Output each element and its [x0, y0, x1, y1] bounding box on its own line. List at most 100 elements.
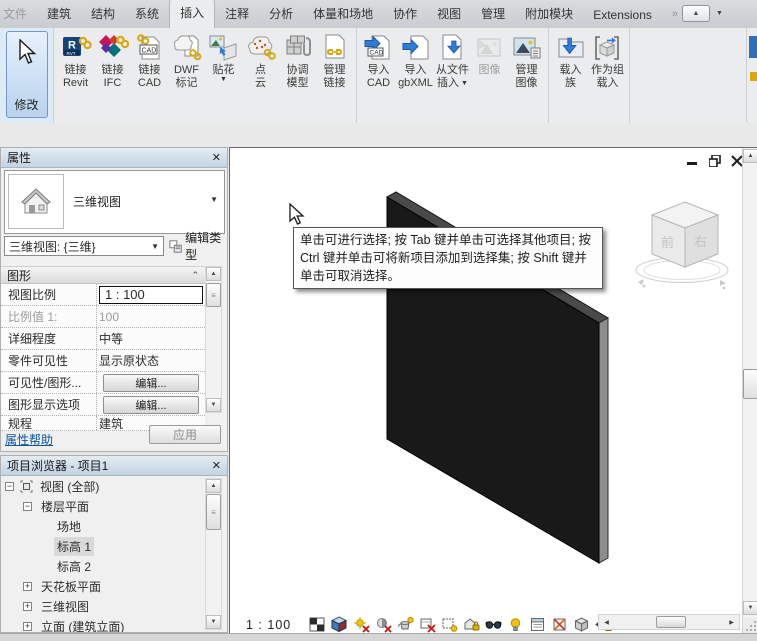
minimize-icon[interactable] — [686, 154, 699, 167]
tree-item-3d-views[interactable]: + 三维视图 — [1, 596, 205, 616]
decal-dropdown-icon[interactable]: ▼ — [220, 77, 227, 83]
view-scale-value[interactable]: 1 : 100 — [99, 286, 203, 304]
graphic-display-options-edit-button[interactable]: 编辑... — [103, 396, 199, 414]
tab-addins[interactable]: 附加模块 — [515, 0, 583, 28]
tree-item-ceiling-plans[interactable]: + 天花板平面 — [1, 576, 205, 596]
displacement-set-icon[interactable] — [573, 616, 590, 633]
temporary-view-properties-icon[interactable] — [529, 616, 546, 633]
tab-overflow-icon[interactable]: » — [672, 8, 676, 20]
edit-type-button[interactable]: 编辑类型 — [169, 236, 227, 256]
property-row-detail-level[interactable]: 详细程度 中等 — [1, 328, 205, 350]
hscroll-left-icon[interactable]: ◀ — [600, 616, 613, 628]
expander-icon[interactable]: − — [5, 482, 14, 491]
tab-manage[interactable]: 管理 — [471, 0, 515, 28]
properties-close-icon[interactable]: ✕ — [212, 151, 221, 164]
restore-icon[interactable] — [708, 154, 721, 167]
apply-button[interactable]: 应用 — [149, 425, 221, 444]
group-collapse-icon[interactable]: ⌃ — [191, 270, 199, 281]
properties-scroll-down-icon[interactable]: ▼ — [206, 398, 221, 412]
coordination-model-button[interactable]: 协调 模型 — [279, 30, 316, 92]
import-gbxml-button[interactable]: 导入 gbXML — [397, 30, 434, 92]
tab-insert[interactable]: 插入 — [169, 0, 215, 28]
detail-level-icon[interactable] — [309, 616, 326, 633]
tab-architecture[interactable]: 建筑 — [37, 0, 81, 28]
tree-item-floor-plans[interactable]: − 楼层平面 — [1, 496, 205, 516]
tree-item-elevations[interactable]: + 立面 (建筑立面) — [1, 616, 205, 632]
drawing-area[interactable]: 前 右 单击可进行选择; 按 Tab 键并单击可选择其他项目; 按 Ctrl 键… — [229, 147, 757, 634]
tree-item-views[interactable]: − 视图 (全部) — [1, 476, 205, 496]
tab-structure[interactable]: 结构 — [81, 0, 125, 28]
load-as-group-button[interactable]: 作为组 载入 — [589, 30, 626, 92]
browser-scroll-thumb[interactable]: ≡ — [206, 494, 221, 530]
visibility-graphics-edit-button[interactable]: 编辑... — [103, 374, 199, 392]
vertical-scrollbar[interactable]: ▲ ▼ — [742, 148, 757, 634]
temporary-hide-isolate-icon[interactable] — [485, 616, 502, 633]
shadows-icon[interactable] — [375, 616, 392, 633]
properties-scrollbar[interactable]: ▲ ≡ ▼ — [205, 266, 222, 413]
point-cloud-button[interactable]: 点 云 — [242, 30, 279, 92]
vscroll-down-icon[interactable]: ▼ — [743, 601, 757, 615]
ribbon-collapse-button[interactable]: ▲ — [682, 5, 710, 22]
scale-control[interactable]: 1 : 100 — [246, 618, 291, 632]
properties-scroll-thumb[interactable]: ≡ — [206, 283, 221, 307]
type-selector-caret-icon[interactable]: ▼ — [210, 195, 218, 204]
properties-header[interactable]: 属性 ✕ — [1, 148, 227, 168]
group-header-graphics[interactable]: 图形 ⌃ — [1, 266, 205, 284]
horizontal-scrollbar[interactable]: ◀ ▶ — [598, 614, 740, 630]
render-dialog-icon[interactable] — [397, 616, 414, 633]
modify-button[interactable]: 修改 — [6, 31, 48, 118]
expander-icon[interactable]: + — [23, 582, 32, 591]
reveal-hidden-icon[interactable] — [507, 616, 524, 633]
ribbon-collapse-caret-icon[interactable]: ▼ — [716, 10, 723, 17]
visual-style-icon[interactable] — [331, 616, 348, 633]
resize-grip[interactable] — [743, 618, 757, 634]
insert-from-file-button[interactable]: 从文件 插入▼ — [434, 30, 471, 92]
browser-scrollbar[interactable]: ▲ ≡ ▼ — [205, 478, 222, 630]
vscroll-up-icon[interactable]: ▲ — [743, 149, 757, 163]
tree-item-level-2[interactable]: 标高 2 — [1, 556, 205, 576]
tab-view[interactable]: 视图 — [427, 0, 471, 28]
properties-help-link[interactable]: 属性帮助 — [5, 431, 53, 448]
manage-links-button[interactable]: 管理 链接 — [316, 30, 353, 92]
tab-extensions[interactable]: Extensions — [583, 3, 662, 28]
tree-item-site[interactable]: 场地 — [1, 516, 205, 536]
link-cad-button[interactable]: CAD 链接 CAD — [131, 30, 168, 92]
browser-scroll-down-icon[interactable]: ▼ — [206, 615, 221, 629]
manage-images-button[interactable]: 管理 图像 — [508, 30, 545, 92]
expander-icon[interactable]: + — [23, 622, 32, 631]
browser-scroll-up-icon[interactable]: ▲ — [206, 479, 221, 493]
project-browser-header[interactable]: 项目浏览器 - 项目1 ✕ — [1, 456, 227, 476]
tab-systems[interactable]: 系统 — [125, 0, 169, 28]
hscroll-right-icon[interactable]: ▶ — [725, 616, 738, 628]
load-family-button[interactable]: 载入 族 — [552, 30, 589, 92]
tab-file[interactable]: 文件 — [0, 0, 37, 28]
decal-button[interactable]: 贴花 ▼ — [205, 30, 242, 85]
hscroll-thumb[interactable] — [656, 616, 686, 628]
locked-3d-view-icon[interactable] — [463, 616, 480, 633]
property-row-view-scale[interactable]: 视图比例 1 : 100 — [1, 284, 205, 306]
link-ifc-button[interactable]: 链接 IFC — [94, 30, 131, 92]
sun-path-icon[interactable] — [353, 616, 370, 633]
type-selector[interactable]: 三维视图 ▼ — [4, 170, 225, 234]
crop-view-icon[interactable] — [419, 616, 436, 633]
viewcube[interactable]: 前 右 — [632, 196, 740, 296]
import-cad-button[interactable]: CAD 导入 CAD — [360, 30, 397, 92]
property-row-parts-visibility[interactable]: 零件可见性 显示原状态 — [1, 350, 205, 372]
expander-icon[interactable]: + — [23, 602, 32, 611]
expander-icon[interactable]: − — [23, 502, 32, 511]
property-row-visibility-graphics[interactable]: 可见性/图形... 编辑... — [1, 372, 205, 394]
insert-from-file-dropdown-icon[interactable]: ▼ — [461, 81, 468, 87]
link-revit-button[interactable]: RRVT 链接 Revit — [57, 30, 94, 92]
tab-massing-site[interactable]: 体量和场地 — [303, 0, 383, 28]
dwf-markup-button[interactable]: DWF 标记 — [168, 30, 205, 92]
tab-annotate[interactable]: 注释 — [215, 0, 259, 28]
project-browser-close-icon[interactable]: ✕ — [212, 459, 221, 472]
analytical-model-icon[interactable] — [551, 616, 568, 633]
property-row-graphic-display-options[interactable]: 图形显示选项 编辑... — [1, 394, 205, 416]
tab-collaborate[interactable]: 协作 — [383, 0, 427, 28]
tree-item-level-1[interactable]: 标高 1 — [1, 536, 205, 556]
properties-scroll-up-icon[interactable]: ▲ — [206, 267, 221, 281]
instance-combo[interactable]: 三维视图: {三维} ▼ — [4, 236, 164, 256]
vscroll-thumb[interactable] — [743, 369, 757, 399]
crop-region-icon[interactable] — [441, 616, 458, 633]
